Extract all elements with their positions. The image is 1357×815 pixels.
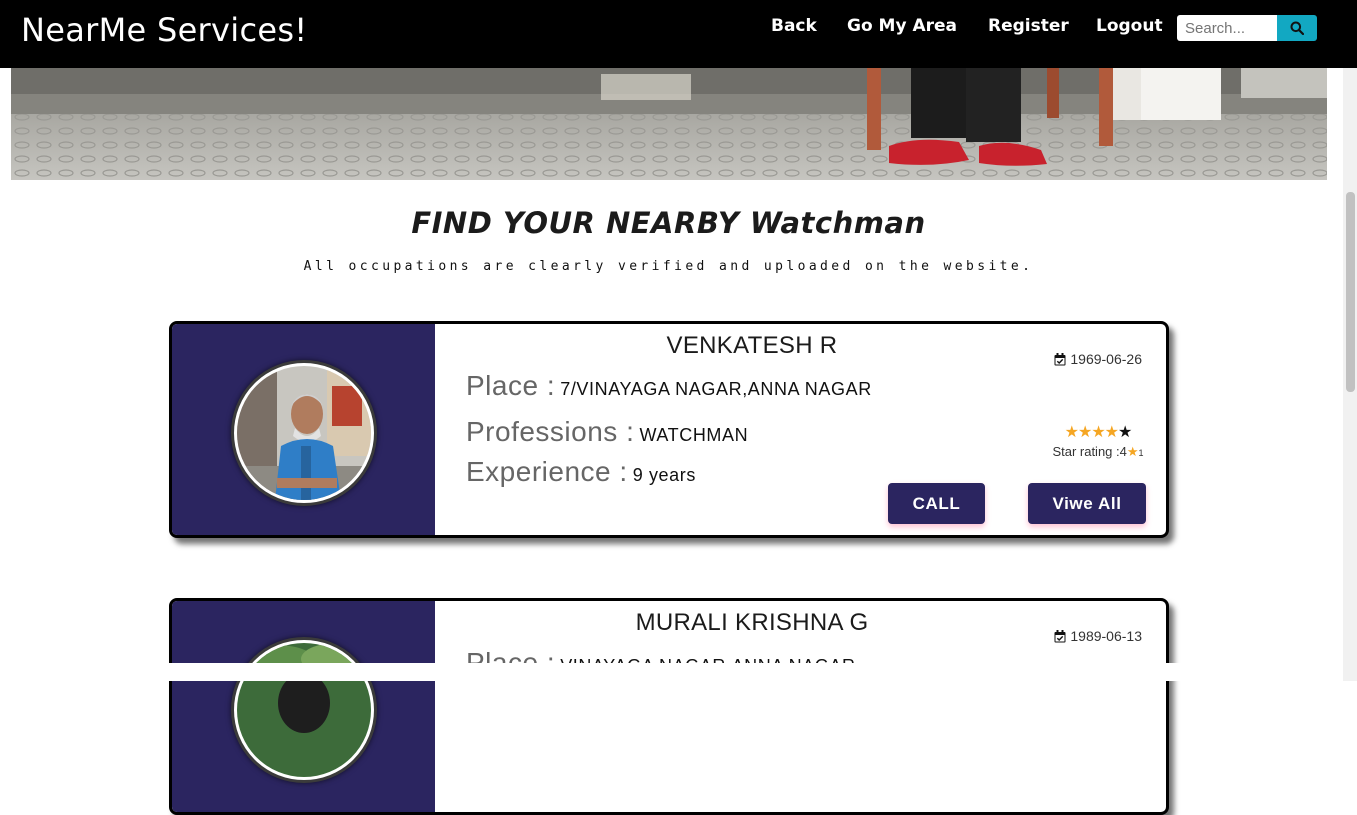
nav-register-link[interactable]: Register: [988, 14, 1069, 38]
profession-label: Professions :: [466, 416, 635, 447]
worker-name: VENKATESH R: [666, 332, 838, 359]
star-icon: ★: [1091, 422, 1105, 441]
hero-banner-image: [11, 68, 1327, 180]
star-icon: ★: [1064, 422, 1079, 441]
star-rating: ★★★★★ Star rating :4★1: [1048, 424, 1148, 460]
worker-card-sidebar: [172, 601, 435, 812]
calendar-check-icon: [1054, 629, 1066, 642]
nav-go-my-area-link[interactable]: Go My Area: [847, 14, 957, 38]
top-navbar: NearMe Services! Back Go My Area Registe…: [0, 0, 1357, 68]
call-button[interactable]: CALL: [888, 483, 985, 524]
experience-row: Experience : 9 years: [466, 456, 696, 488]
worker-dob: 1989-06-13: [1054, 628, 1142, 644]
viewport-bottom-edge: [0, 663, 1343, 681]
nav-logout-link[interactable]: Logout: [1096, 14, 1163, 38]
star-small-icon: ★: [1126, 444, 1139, 459]
star-icon: ★: [1077, 422, 1092, 441]
experience-label: Experience :: [466, 456, 628, 487]
place-label: Place :: [466, 370, 556, 401]
worker-avatar: [231, 637, 377, 783]
star-rating-label: Star rating :4: [1052, 444, 1127, 459]
worker-card: VENKATESH R 1969-06-26 Place : 7/VINAYAG…: [169, 321, 1169, 538]
page-subtitle: All occupations are clearly verified and…: [303, 259, 1034, 274]
worker-dob-value: 1969-06-26: [1070, 351, 1142, 367]
worker-dob: 1969-06-26: [1054, 351, 1142, 367]
star-rating-text: Star rating :4★1: [1048, 444, 1148, 460]
page-title: FIND YOUR NEARBY Watchman: [411, 206, 926, 240]
calendar-check-icon: [1054, 352, 1066, 365]
place-row: Place : 7/VINAYAGA NAGAR,ANNA NAGAR: [466, 370, 872, 402]
profession-row: Professions : WATCHMAN: [466, 416, 748, 448]
search-button[interactable]: [1277, 15, 1317, 41]
search-icon: [1290, 21, 1304, 35]
worker-avatar: [231, 360, 377, 506]
profession-value: WATCHMAN: [639, 425, 749, 445]
star-icon: ★: [1118, 422, 1132, 441]
worker-dob-value: 1989-06-13: [1070, 628, 1142, 644]
star-icon: ★: [1104, 422, 1119, 441]
brand-title[interactable]: NearMe Services!: [21, 8, 307, 52]
search-input[interactable]: [1177, 15, 1277, 41]
nav-back-link[interactable]: Back: [771, 14, 817, 38]
scrollbar-thumb[interactable]: [1346, 192, 1355, 392]
star-icons: ★★★★★: [1048, 424, 1148, 440]
star-rating-suffix: 1: [1138, 448, 1144, 458]
worker-name: MURALI KRISHNA G: [635, 609, 869, 636]
view-all-button[interactable]: Viwe All: [1028, 483, 1146, 524]
worker-card-sidebar: [172, 324, 435, 535]
place-value: 7/VINAYAGA NAGAR,ANNA NAGAR: [560, 379, 872, 399]
worker-card: MURALI KRISHNA G 1989-06-13 Place : VINA…: [169, 598, 1169, 815]
experience-value: 9 years: [632, 465, 696, 485]
